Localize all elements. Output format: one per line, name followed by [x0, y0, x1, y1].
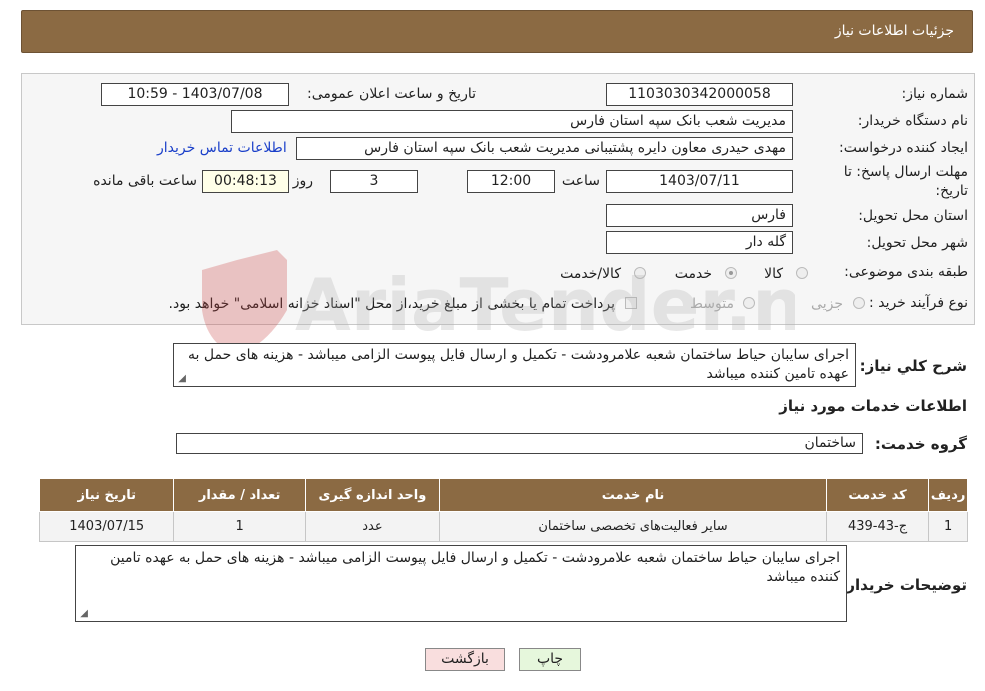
time-remaining-label: ساعت باقی مانده	[93, 173, 197, 189]
category-option-goods-label: کالا	[764, 266, 783, 282]
page-header: جزئیات اطلاعات نیاز	[21, 10, 973, 53]
cell-service-name: سایر فعالیت‌های تخصصی ساختمان	[439, 511, 827, 542]
treasury-payment-note: پرداخت تمام یا بخشی از مبلغ خرید،از محل …	[168, 296, 615, 312]
deadline-label-date: تاریخ:	[935, 183, 968, 199]
column-header-quantity: تعداد / مقدار	[173, 478, 306, 512]
deadline-label: مهلت ارسال پاسخ: تا	[843, 164, 968, 180]
category-label: طبقه بندی موضوعی:	[844, 264, 968, 280]
column-header-unit: واحد اندازه گیری	[304, 478, 441, 512]
page-title: جزئیات اطلاعات نیاز	[834, 23, 954, 39]
creator-field: مهدی حیدری معاون دایره پشتیبانی مدیریت ش…	[296, 137, 793, 160]
category-option-both-label: کالا/خدمت	[560, 266, 621, 282]
cell-row-number: 1	[928, 511, 968, 542]
process-option-medium-label: متوسط	[690, 296, 734, 312]
category-option-goods-radio[interactable]	[796, 267, 808, 279]
column-header-service-code: کد خدمت	[825, 478, 930, 512]
table-row: 1 ج-43-439 سایر فعالیت‌های تخصصی ساختمان…	[38, 511, 968, 542]
deadline-date-field: 1403/07/11	[606, 170, 793, 193]
cell-service-code: ج-43-439	[825, 511, 930, 542]
summary-text: اجرای سایبان حیاط ساختمان شعبه علامرودشت…	[188, 347, 849, 382]
days-remaining-field: 3	[330, 170, 418, 193]
column-header-need-date: تاریخ نیاز	[38, 478, 175, 512]
buyer-org-label: نام دستگاه خریدار:	[857, 113, 968, 129]
treasury-payment-checkbox[interactable]	[625, 297, 637, 309]
cell-need-date: 1403/07/15	[38, 511, 175, 542]
buyer-notes-textarea[interactable]: اجرای سایبان حیاط ساختمان شعبه علامرودشت…	[75, 545, 847, 622]
creator-label: ایجاد کننده درخواست:	[839, 140, 968, 156]
need-number-field: 1103030342000058	[606, 83, 793, 106]
service-group-label: گروه خدمت:	[874, 435, 967, 453]
city-field: گله دار	[606, 231, 793, 254]
announce-date-field: 1403/07/08 - 10:59	[101, 83, 289, 106]
cell-quantity: 1	[173, 511, 306, 542]
print-button[interactable]: چاپ	[519, 648, 581, 671]
service-group-field: ساختمان	[176, 433, 863, 454]
city-label: شهر محل تحویل:	[866, 235, 968, 251]
cell-unit: عدد	[304, 511, 441, 542]
services-table-header: ردیف کد خدمت نام خدمت واحد اندازه گیری ت…	[38, 478, 968, 512]
summary-label: شرح کلي نياز:	[859, 357, 967, 375]
deadline-time-label: ساعت	[561, 173, 600, 189]
resize-grip-icon[interactable]: ◢	[78, 609, 88, 619]
announce-date-label: تاریخ و ساعت اعلان عمومی:	[307, 86, 476, 102]
province-label: استان محل تحویل:	[858, 208, 968, 224]
buyer-notes-label: توضیحات خریدار:	[840, 576, 967, 594]
resize-grip-icon[interactable]: ◢	[176, 374, 186, 384]
category-option-service-label: خدمت	[674, 266, 712, 282]
services-section-title: اطلاعات خدمات مورد نياز	[779, 397, 967, 415]
buyer-org-field: مدیریت شعب بانک سپه استان فارس	[231, 110, 793, 133]
province-field: فارس	[606, 204, 793, 227]
category-option-service-radio[interactable]	[725, 267, 737, 279]
process-option-minor-label: جزیی	[811, 296, 843, 312]
services-table: ردیف کد خدمت نام خدمت واحد اندازه گیری ت…	[38, 478, 968, 542]
column-header-row-number: ردیف	[928, 478, 968, 512]
need-number-label: شماره نیاز:	[901, 86, 969, 102]
summary-textarea[interactable]: اجرای سایبان حیاط ساختمان شعبه علامرودشت…	[173, 343, 856, 387]
process-label: نوع فرآیند خرید :	[869, 295, 968, 311]
process-option-minor-radio[interactable]	[853, 297, 865, 309]
category-option-both-radio[interactable]	[634, 267, 646, 279]
time-remaining-field: 00:48:13	[202, 170, 289, 193]
buyer-contact-link[interactable]: اطلاعات تماس خریدار	[157, 140, 287, 156]
buyer-notes-text: اجرای سایبان حیاط ساختمان شعبه علامرودشت…	[110, 550, 840, 585]
process-option-medium-radio[interactable]	[743, 297, 755, 309]
column-header-service-name: نام خدمت	[439, 478, 827, 512]
back-button[interactable]: بازگشت	[425, 648, 505, 671]
deadline-time-field: 12:00	[467, 170, 555, 193]
